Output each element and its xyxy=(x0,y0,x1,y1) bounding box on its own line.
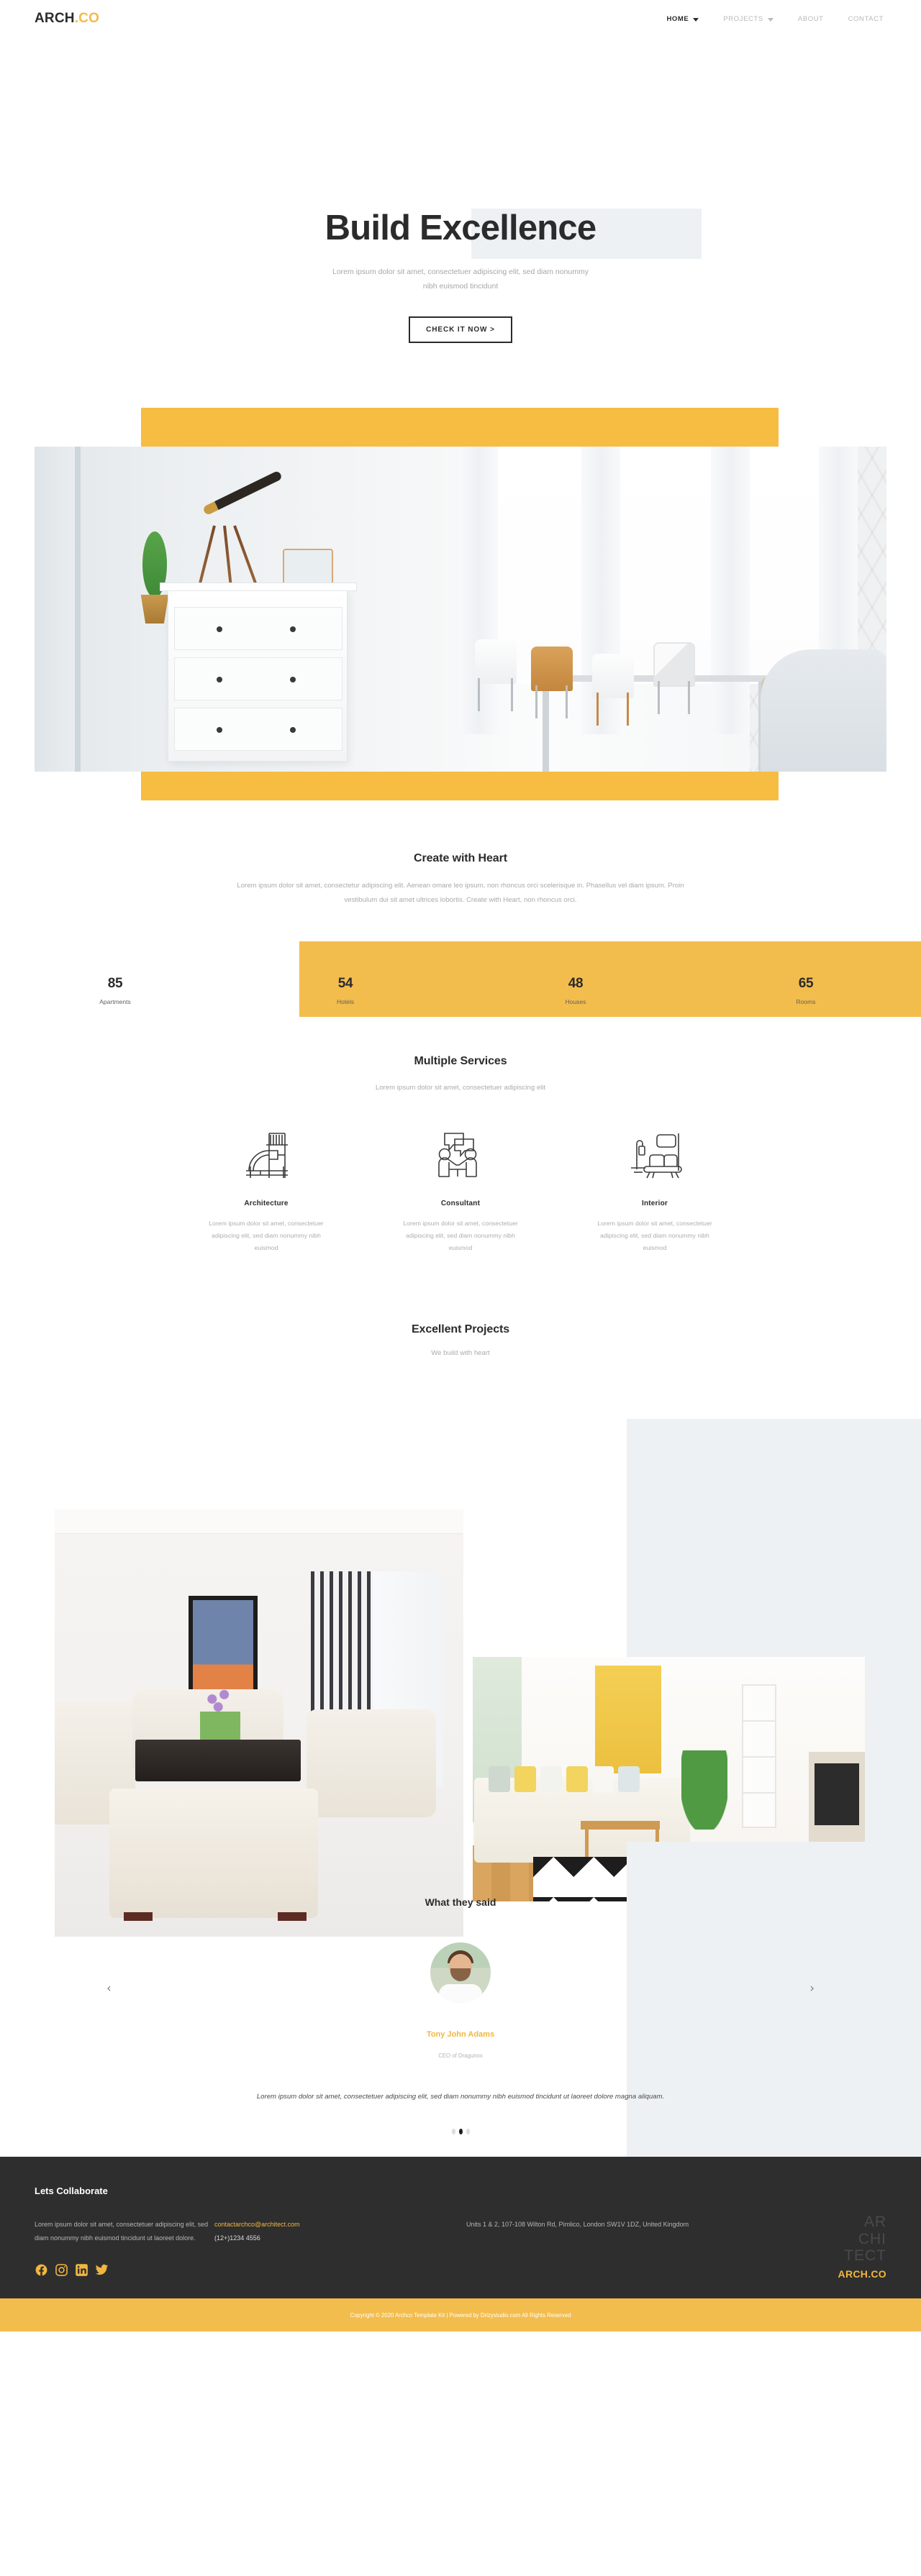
logo-main-text: ARCH xyxy=(35,11,75,26)
copyright-text: Copyright © 2020 Archco Template Kit | P… xyxy=(350,2311,571,2319)
footer: Lets Collaborate Lorem ipsum dolor sit a… xyxy=(0,2157,921,2299)
hero-banner-image-section xyxy=(0,401,921,832)
instagram-icon[interactable] xyxy=(55,2263,68,2277)
top-navigation-bar: ARCH.CO HOME PROJECTS ABOUT CONTACT xyxy=(0,0,921,37)
stat-hotels-label: Hotels xyxy=(336,997,355,1005)
stat-rooms-label: Rooms xyxy=(796,997,816,1005)
projects-section: Excellent Projects We build with heart xyxy=(0,1254,921,1357)
stat-hotels: 54 Hotels xyxy=(230,972,460,1005)
logo-accent-text: .CO xyxy=(74,11,100,26)
footer-logo-accent: .CO xyxy=(868,2267,886,2280)
nav-item-about-label: ABOUT xyxy=(797,14,824,23)
testimonial-author-name: Tony John Adams xyxy=(426,2030,495,2040)
footer-social-links xyxy=(35,2263,214,2277)
testimonials-section: ‹ › What they said Tony John Adams CEO o… xyxy=(0,1842,921,2157)
nav-item-projects[interactable]: PROJECTS xyxy=(723,15,773,23)
service-title-interior: Interior xyxy=(641,1200,668,1208)
interior-room-illustration xyxy=(35,447,886,772)
hero-subtitle: Lorem ipsum dolor sit amet, consectetuer… xyxy=(332,268,589,291)
stat-houses-label: Houses xyxy=(565,997,586,1005)
create-paragraph: Lorem ipsum dolor sit amet, consectetur … xyxy=(237,882,684,904)
nav-item-about[interactable]: ABOUT xyxy=(798,15,824,23)
stat-apartments-number: 85 xyxy=(107,975,123,991)
chevron-down-icon xyxy=(693,17,699,22)
page-title: Build Excellence xyxy=(325,209,596,247)
testimonial-author-role: CEO of Dragunox xyxy=(438,2052,483,2060)
service-card-interior[interactable]: Interior Lorem ipsum dolor sit amet, con… xyxy=(558,1128,752,1254)
footer-watermark-line-3: TECT xyxy=(844,2247,886,2265)
footer-logo-main: ARCH xyxy=(838,2267,868,2280)
testimonials-heading: What they said xyxy=(425,1896,496,1909)
footer-phone: (12+)1234 4556 xyxy=(214,2234,260,2242)
service-card-architecture[interactable]: Architecture Lorem ipsum dolor sit amet,… xyxy=(169,1128,363,1254)
chevron-down-icon xyxy=(767,17,773,22)
testimonial-dot-3[interactable] xyxy=(466,2128,470,2134)
footer-columns: Lorem ipsum dolor sit amet, consectetuer… xyxy=(35,2214,886,2279)
testimonial-dot-1[interactable] xyxy=(451,2128,455,2134)
footer-watermark-line-1: AR xyxy=(863,2214,886,2231)
footer-logo[interactable]: ARCH.CO xyxy=(838,2267,886,2280)
projects-subheading: We build with heart xyxy=(431,1349,490,1358)
footer-about-column: Lorem ipsum dolor sit amet, consectetuer… xyxy=(35,2218,214,2277)
stat-houses: 48 Houses xyxy=(460,972,691,1005)
service-text-architecture: Lorem ipsum dolor sit amet, consectetuer… xyxy=(209,1220,324,1252)
footer-brand-column: AR CHI TECT ARCH.CO xyxy=(704,2214,886,2279)
create-with-heart-section: Create with Heart Lorem ipsum dolor sit … xyxy=(0,832,921,907)
service-title-architecture: Architecture xyxy=(244,1200,289,1208)
service-title-consultant: Consultant xyxy=(440,1200,481,1208)
testimonial-pagination-dots xyxy=(0,2128,921,2134)
stat-rooms: 65 Rooms xyxy=(691,972,921,1005)
nav-item-contact[interactable]: CONTACT xyxy=(848,15,884,23)
site-logo[interactable]: ARCH.CO xyxy=(35,11,99,27)
testimonial-content: What they said Tony John Adams CEO of Dr… xyxy=(0,1896,921,2134)
linkedin-icon[interactable] xyxy=(75,2263,89,2277)
hero-content: Build Excellence Lorem ipsum dolor sit a… xyxy=(0,37,921,344)
testimonial-prev-arrow[interactable]: ‹ xyxy=(106,1983,112,1995)
nav-item-home-label: HOME xyxy=(666,14,689,23)
projects-gallery xyxy=(0,1389,921,1937)
stat-apartments-label: Apartments xyxy=(99,997,131,1005)
services-heading: Multiple Services xyxy=(414,1055,507,1068)
footer-address-column: Units 1 & 2, 107-108 Wilton Rd, Pimlico,… xyxy=(466,2218,704,2277)
banner-interior-photo xyxy=(35,447,886,772)
stat-hotels-number: 54 xyxy=(337,975,353,991)
stat-rooms-number: 65 xyxy=(798,975,814,991)
service-text-consultant: Lorem ipsum dolor sit amet, consectetuer… xyxy=(403,1220,518,1252)
services-subheading: Lorem ipsum dolor sit amet, consectetuer… xyxy=(375,1084,546,1092)
service-card-consultant[interactable]: Consultant Lorem ipsum dolor sit amet, c… xyxy=(363,1128,558,1254)
consultant-icon xyxy=(373,1128,548,1184)
footer-about-text: Lorem ipsum dolor sit amet, consectetuer… xyxy=(35,2221,209,2242)
services-grid: Architecture Lorem ipsum dolor sit amet,… xyxy=(0,1128,921,1254)
nav-item-projects-label: PROJECTS xyxy=(723,14,763,23)
nav-links: HOME PROJECTS ABOUT CONTACT xyxy=(666,15,884,23)
testimonial-dot-2[interactable] xyxy=(458,2128,463,2134)
testimonial-quote: Lorem ipsum dolor sit amet, consectetuer… xyxy=(256,2093,665,2101)
service-text-interior: Lorem ipsum dolor sit amet, consectetuer… xyxy=(597,1220,712,1252)
footer-address: Units 1 & 2, 107-108 Wilton Rd, Pimlico,… xyxy=(466,2221,689,2229)
stat-apartments: 85 Apartments xyxy=(0,972,230,1005)
interior-icon xyxy=(568,1128,742,1184)
nav-item-home[interactable]: HOME xyxy=(666,15,699,23)
check-it-now-button[interactable]: CHECK IT NOW > xyxy=(409,316,512,344)
stat-houses-number: 48 xyxy=(568,975,584,991)
footer-email-link[interactable]: contactarchco@architect.com xyxy=(214,2218,466,2231)
statistics-section: 85 Apartments 54 Hotels 48 Houses 65 Roo… xyxy=(0,941,921,1035)
footer-heading: Lets Collaborate xyxy=(35,2186,108,2197)
avatar xyxy=(430,1942,491,2004)
footer-watermark: AR CHI TECT ARCH.CO xyxy=(838,2214,886,2280)
projects-heading: Excellent Projects xyxy=(411,1323,510,1336)
twitter-icon[interactable] xyxy=(95,2263,109,2277)
hero-section: Build Excellence Lorem ipsum dolor sit a… xyxy=(0,37,921,401)
footer-watermark-line-2: CHI xyxy=(858,2230,886,2247)
copyright-bar: Copyright © 2020 Archco Template Kit | P… xyxy=(0,2298,921,2332)
create-heading: Create with Heart xyxy=(414,852,507,864)
architecture-icon xyxy=(179,1128,353,1184)
nav-item-contact-label: CONTACT xyxy=(848,14,884,23)
footer-contact-column: contactarchco@architect.com (12+)1234 45… xyxy=(214,2218,466,2277)
facebook-icon[interactable] xyxy=(35,2263,48,2277)
testimonial-next-arrow[interactable]: › xyxy=(809,1983,815,1995)
services-section: Multiple Services Lorem ipsum dolor sit … xyxy=(0,1035,921,1254)
stats-row: 85 Apartments 54 Hotels 48 Houses 65 Roo… xyxy=(0,941,921,1035)
